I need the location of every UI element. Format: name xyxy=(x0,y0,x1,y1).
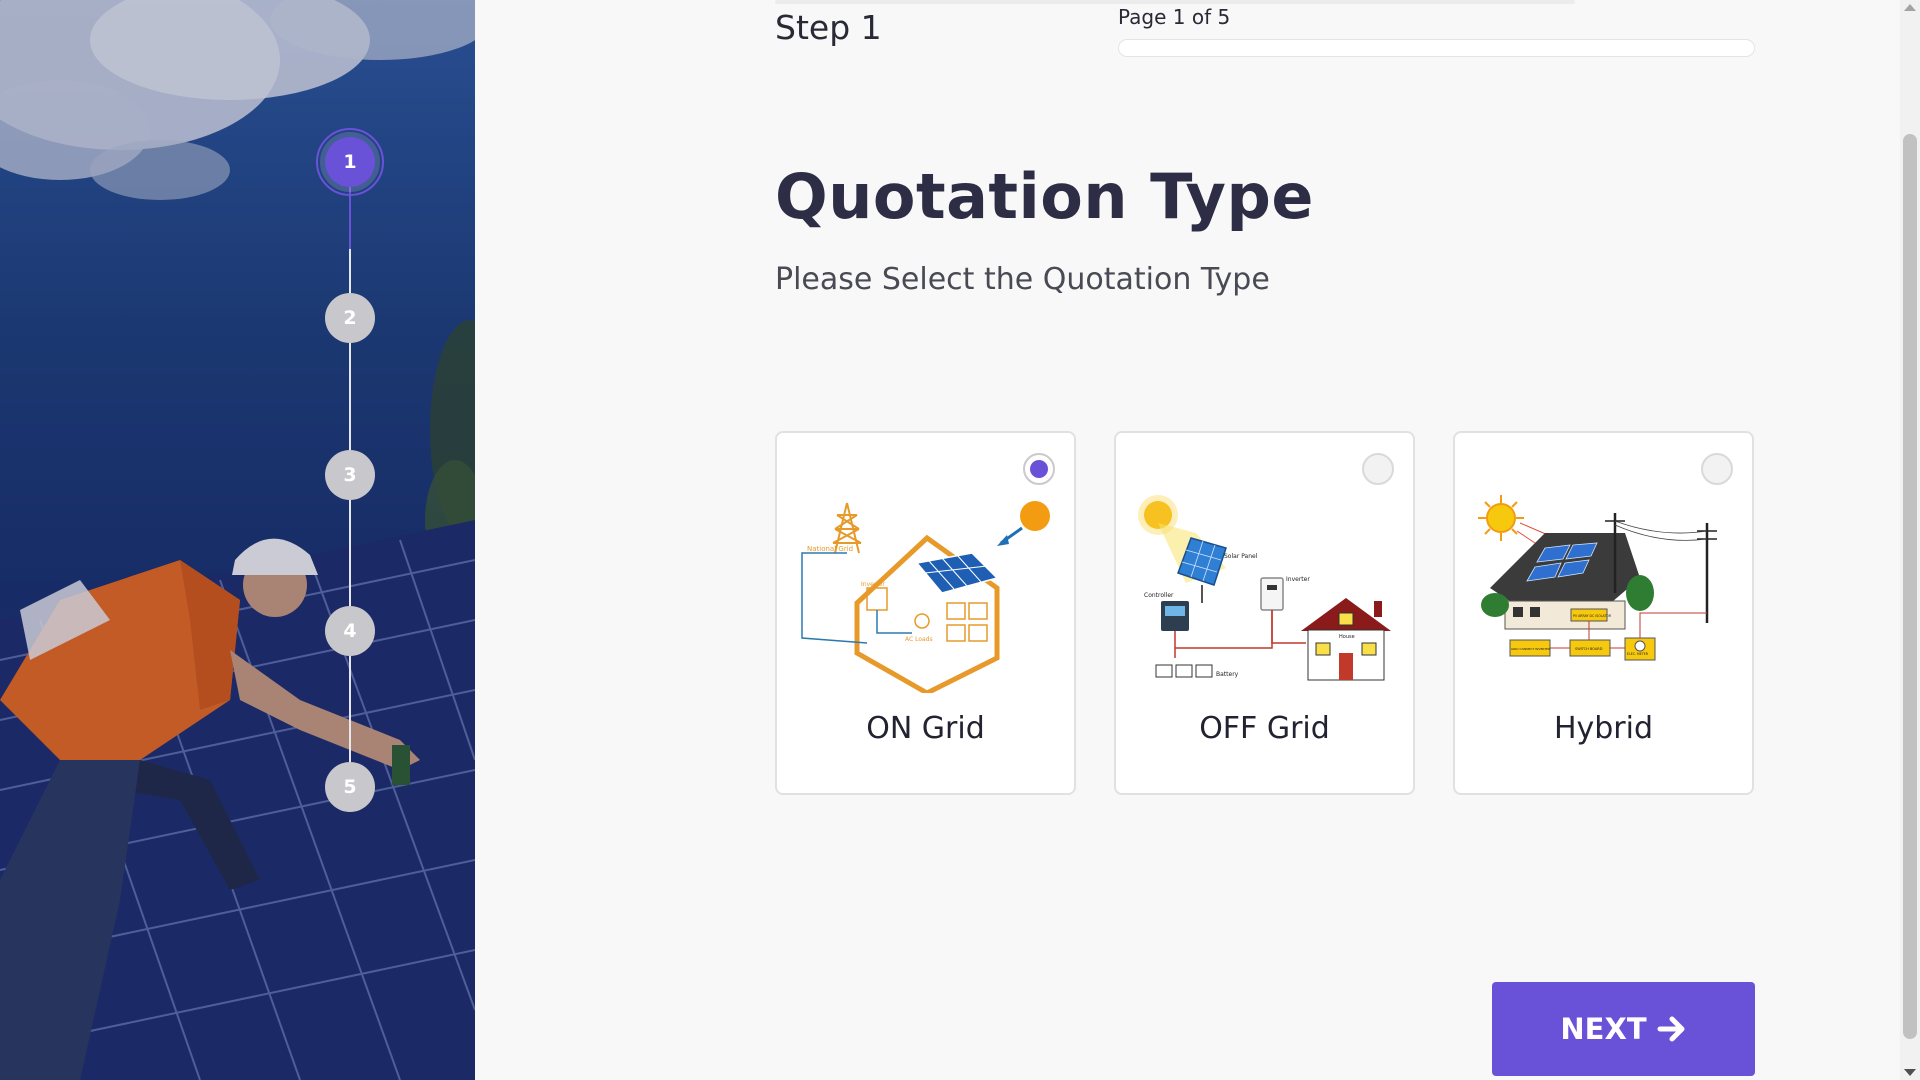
option-card-hybrid[interactable]: PV ARRAY DC ISOLATOR GRID CONNECT INVERT… xyxy=(1453,431,1754,795)
hybrid-meter-label: ELEC. METER xyxy=(1627,652,1649,656)
vertical-scrollbar[interactable] xyxy=(1900,0,1920,1080)
scrollbar-thumb[interactable] xyxy=(1903,134,1917,1039)
header-divider xyxy=(775,0,1575,4)
page-indicator: Page 1 of 5 xyxy=(1118,5,1231,29)
off-grid-illustration: Solar Panel Controller Inverter Battery xyxy=(1138,495,1391,681)
off-grid-battery-label: Battery xyxy=(1216,671,1239,678)
progress-bar xyxy=(1118,39,1755,57)
off-grid-controller-label: Controller xyxy=(1144,592,1174,599)
off-grid-panel-label: Solar Panel xyxy=(1224,553,1258,560)
on-grid-grid-label: National Grid xyxy=(807,545,853,553)
hybrid-illustration: PV ARRAY DC ISOLATOR GRID CONNECT INVERT… xyxy=(1478,495,1717,661)
stepper-step-5[interactable]: 5 xyxy=(325,762,375,812)
option-card-off-grid[interactable]: Solar Panel Controller Inverter Battery xyxy=(1114,431,1415,795)
page-title: Quotation Type xyxy=(775,160,1314,233)
hybrid-switchboard-label: SWITCH BOARD xyxy=(1575,647,1603,651)
option-radio-hybrid[interactable] xyxy=(1701,453,1733,485)
page-subtitle: Please Select the Quotation Type xyxy=(775,262,1270,297)
hybrid-inverter-label: GRID CONNECT INVERTER xyxy=(1511,647,1550,651)
option-label-off-grid: OFF Grid xyxy=(1199,711,1330,746)
hybrid-dc-label: PV ARRAY DC ISOLATOR xyxy=(1573,614,1612,618)
option-label-on-grid: ON Grid xyxy=(866,711,985,746)
next-button[interactable]: NEXT xyxy=(1492,982,1755,1076)
on-grid-loads-label: AC Loads xyxy=(905,636,933,643)
off-grid-house-label: House xyxy=(1339,634,1355,640)
hero-panel: 1 2 3 4 5 xyxy=(0,0,475,1080)
main-content: Step 1 Page 1 of 5 Quotation Type Please… xyxy=(475,0,1900,1080)
off-grid-inverter-label: Inverter xyxy=(1286,576,1310,583)
on-grid-illustration: National Grid Inverter AC Loads xyxy=(801,501,1050,693)
stepper-step-1[interactable]: 1 xyxy=(316,128,384,196)
on-grid-inverter-label: Inverter xyxy=(861,581,885,588)
stepper-step-3[interactable]: 3 xyxy=(325,450,375,500)
scroll-up-arrow-icon[interactable] xyxy=(1904,4,1916,11)
scroll-down-arrow-icon[interactable] xyxy=(1904,1069,1916,1076)
stepper-step-4[interactable]: 4 xyxy=(325,606,375,656)
option-radio-on-grid[interactable] xyxy=(1023,453,1055,485)
option-label-hybrid: Hybrid xyxy=(1553,711,1654,746)
option-card-on-grid[interactable]: National Grid Inverter AC Loads ON Grid xyxy=(775,431,1076,795)
option-radio-off-grid[interactable] xyxy=(1362,453,1394,485)
next-button-label: NEXT xyxy=(1560,1012,1647,1046)
stepper-step-2[interactable]: 2 xyxy=(325,293,375,343)
arrow-right-icon xyxy=(1657,1016,1685,1042)
step-label: Step 1 xyxy=(775,8,882,47)
